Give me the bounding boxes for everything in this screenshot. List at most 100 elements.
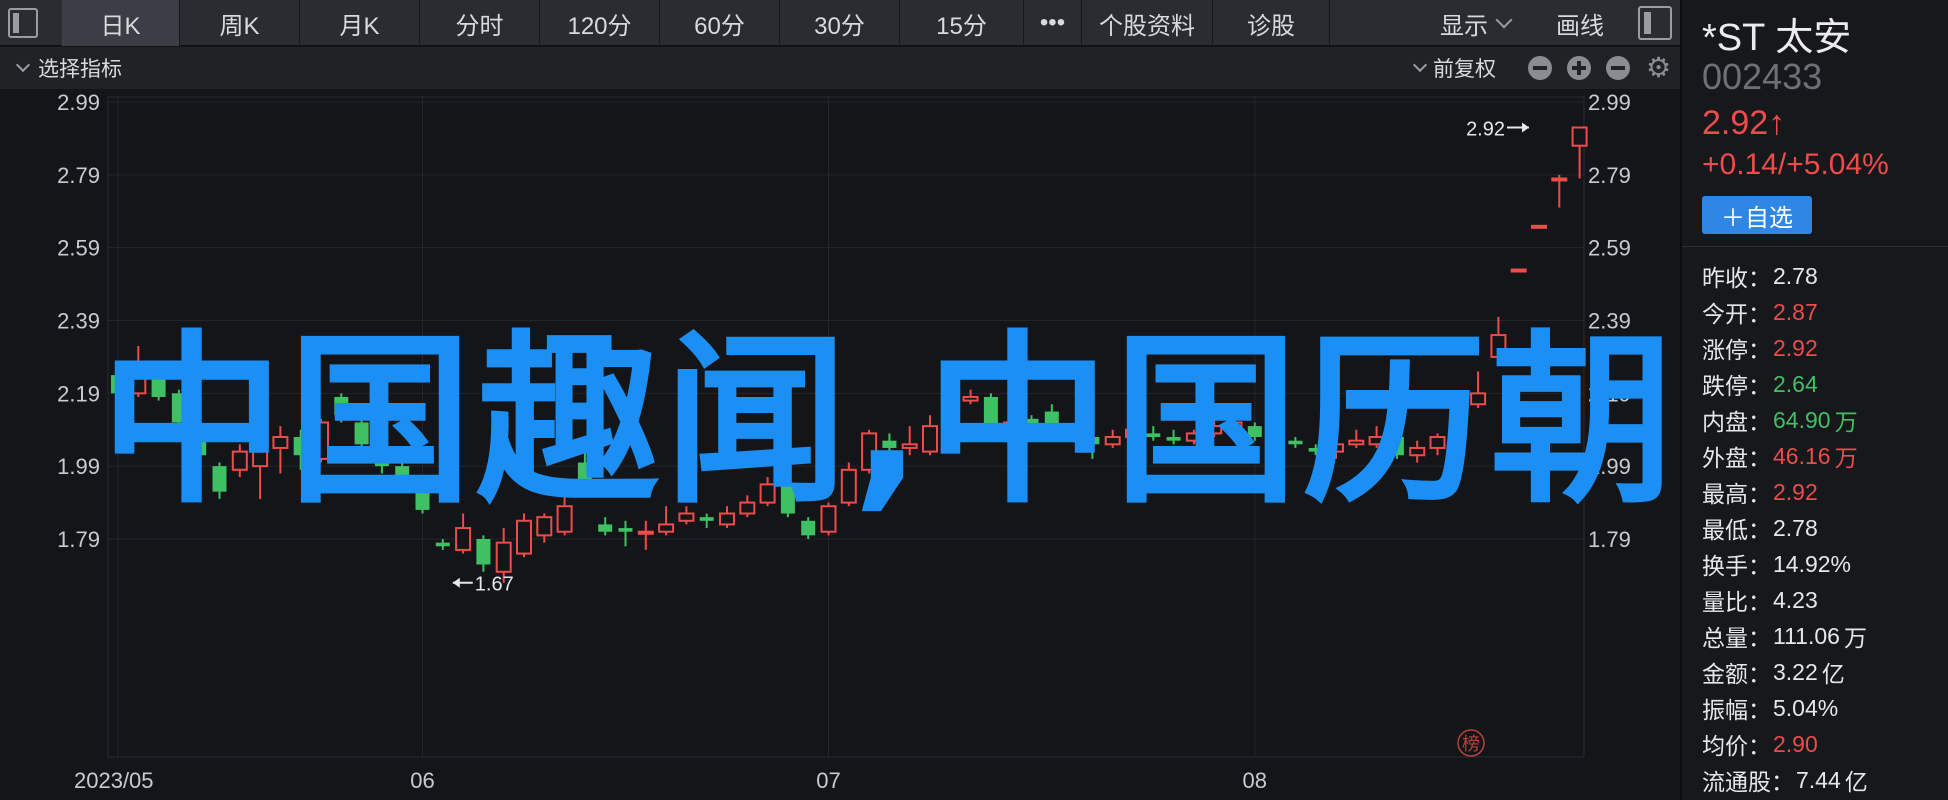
stat-row: 今开： 2.87 (1702, 294, 1868, 330)
candle-body-up (637, 530, 654, 535)
stat-value: 2.87 (1773, 298, 1818, 325)
tab-9[interactable]: 个股资料 (1082, 0, 1213, 46)
select-indicator-label: 选择指标 (38, 58, 122, 81)
low-annotation-label: 1.67 (475, 574, 514, 596)
annotation-arrow-head (452, 577, 460, 588)
stat-value: 64.90 (1773, 406, 1831, 433)
watermark-seal-text: 榜 (1462, 734, 1480, 755)
stat-label: 量比： (1702, 589, 1771, 615)
display-menu[interactable]: 显示 (1440, 0, 1513, 46)
stat-value: 46.16 (1773, 442, 1831, 469)
tab-1[interactable]: 周K (180, 0, 300, 46)
x-tick-label: 07 (816, 768, 840, 793)
tab-10[interactable]: 诊股 (1213, 0, 1330, 46)
adjust-dropdown[interactable]: 前复权 (1412, 47, 1496, 89)
stat-value: 14.92% (1773, 550, 1852, 577)
indicator-bar: 选择指标 前复权 ⚙ (0, 47, 1680, 89)
stat-unit: 万 (1834, 409, 1858, 435)
stat-unit: 亿 (1821, 661, 1845, 687)
stat-value: 111.06 (1773, 622, 1840, 649)
stat-label: 换手： (1702, 553, 1771, 579)
candle-body-up (1571, 126, 1588, 147)
draw-line-button[interactable]: 画线 (1556, 0, 1604, 46)
tab-6[interactable]: 30分 (780, 0, 900, 46)
tab-4[interactable]: 120分 (540, 0, 660, 46)
layout-icon[interactable] (8, 8, 38, 38)
stat-row: 内盘： 64.90 万 (1702, 402, 1868, 438)
stat-unit: 万 (1843, 625, 1867, 651)
stat-label: 最低： (1702, 517, 1771, 543)
stat-label: 金额： (1702, 661, 1771, 687)
candle-body-down (435, 542, 450, 547)
y-tick-label-right: 2.59 (1588, 236, 1631, 261)
stat-row: 金额： 3.22 亿 (1702, 654, 1868, 690)
stat-value: 4.23 (1773, 586, 1818, 613)
stat-value: 2.78 (1773, 514, 1818, 541)
stock-change: +0.14/+5.04% (1702, 148, 1889, 181)
high-annotation-label: 2.92 (1466, 118, 1505, 140)
period-toolbar: 日K 周K 月K 分时 120分 60分 30分 15分 ••• 个股资料 诊股 显示 画线 (0, 0, 1680, 46)
stat-value: 2.78 (1773, 262, 1818, 289)
quote-panel: *ST 太安 002433 2.92↑ +0.14/+5.04% ＋自选 昨收：… (1680, 0, 1948, 800)
tab-7[interactable]: 15分 (900, 0, 1024, 46)
plus-circle-icon[interactable] (1567, 56, 1591, 80)
stat-value: 5.04% (1773, 694, 1839, 721)
stat-row: 最高： 2.92 (1702, 474, 1868, 510)
gear-icon[interactable]: ⚙ (1646, 53, 1671, 83)
y-tick-label-left: 2.59 (57, 236, 100, 261)
stat-row: 换手： 14.92% (1702, 546, 1868, 582)
stat-label: 外盘： (1702, 445, 1771, 471)
candle-body-up (1510, 268, 1527, 273)
stat-row: 流通股： 7.44 亿 (1702, 762, 1868, 798)
select-indicator-dropdown[interactable]: 选择指标 (15, 47, 122, 89)
stat-label: 内盘： (1702, 409, 1771, 435)
x-tick-label: 08 (1243, 768, 1267, 793)
tab-8[interactable]: ••• (1024, 0, 1082, 46)
stat-row: 均价： 2.90 (1702, 726, 1868, 762)
minus-circle-icon[interactable] (1606, 56, 1630, 80)
stat-row: 昨收： 2.78 (1702, 258, 1868, 294)
stat-label: 流通股： (1702, 769, 1794, 795)
layout-icon[interactable] (1638, 6, 1672, 40)
stock-code: 002433 (1702, 56, 1823, 97)
stat-value: 7.44 (1796, 766, 1841, 793)
y-tick-label-left: 1.99 (57, 454, 100, 479)
candle-body-up (1551, 177, 1568, 182)
adjust-label: 前复权 (1433, 58, 1496, 81)
stat-row: 涨停： 2.92 (1702, 330, 1868, 366)
chevron-down-icon (15, 57, 31, 73)
stat-value: 2.90 (1773, 730, 1818, 757)
y-tick-label-right: 2.99 (1588, 90, 1631, 115)
candle-body-up (1531, 224, 1547, 229)
chevron-down-icon (1495, 11, 1513, 29)
stock-name: *ST 太安 (1702, 17, 1852, 59)
annotation-arrow-head (1522, 122, 1529, 133)
y-tick-label-right: 1.79 (1588, 527, 1631, 552)
stat-value: 2.92 (1773, 334, 1818, 361)
y-tick-label-left: 2.79 (57, 163, 100, 188)
divider (1682, 246, 1948, 247)
y-tick-label-left: 1.79 (57, 527, 100, 552)
stat-row: 量比： 4.23 (1702, 582, 1868, 618)
chevron-down-icon (1412, 57, 1428, 73)
candle-body-up (495, 541, 512, 573)
add-watchlist-button[interactable]: ＋自选 (1702, 196, 1812, 234)
minus-circle-icon[interactable] (1528, 56, 1552, 80)
stat-label: 昨收： (1702, 265, 1771, 291)
tab-5[interactable]: 60分 (660, 0, 780, 46)
stat-label: 跌停： (1702, 373, 1771, 399)
stat-label: 总量： (1702, 625, 1771, 651)
y-tick-label-left: 2.39 (57, 309, 100, 334)
stat-unit: 亿 (1844, 769, 1868, 795)
y-tick-label-left: 2.99 (57, 90, 100, 115)
tab-2[interactable]: 月K (300, 0, 420, 46)
quote-stats: 昨收： 2.78 今开： 2.87 涨停： 2.92 跌停： 2.64 内盘： 64.90 万外盘：… (1702, 258, 1868, 798)
stat-label: 最高： (1702, 481, 1771, 507)
stat-label: 振幅： (1702, 697, 1771, 723)
tab-3[interactable]: 分时 (420, 0, 540, 46)
tab-0[interactable]: 日K (62, 0, 180, 46)
y-tick-label-right: 2.79 (1588, 163, 1631, 188)
stat-value: 2.64 (1773, 370, 1818, 397)
stock-price: 2.92↑ (1702, 104, 1786, 142)
candle-body-up (455, 527, 472, 551)
